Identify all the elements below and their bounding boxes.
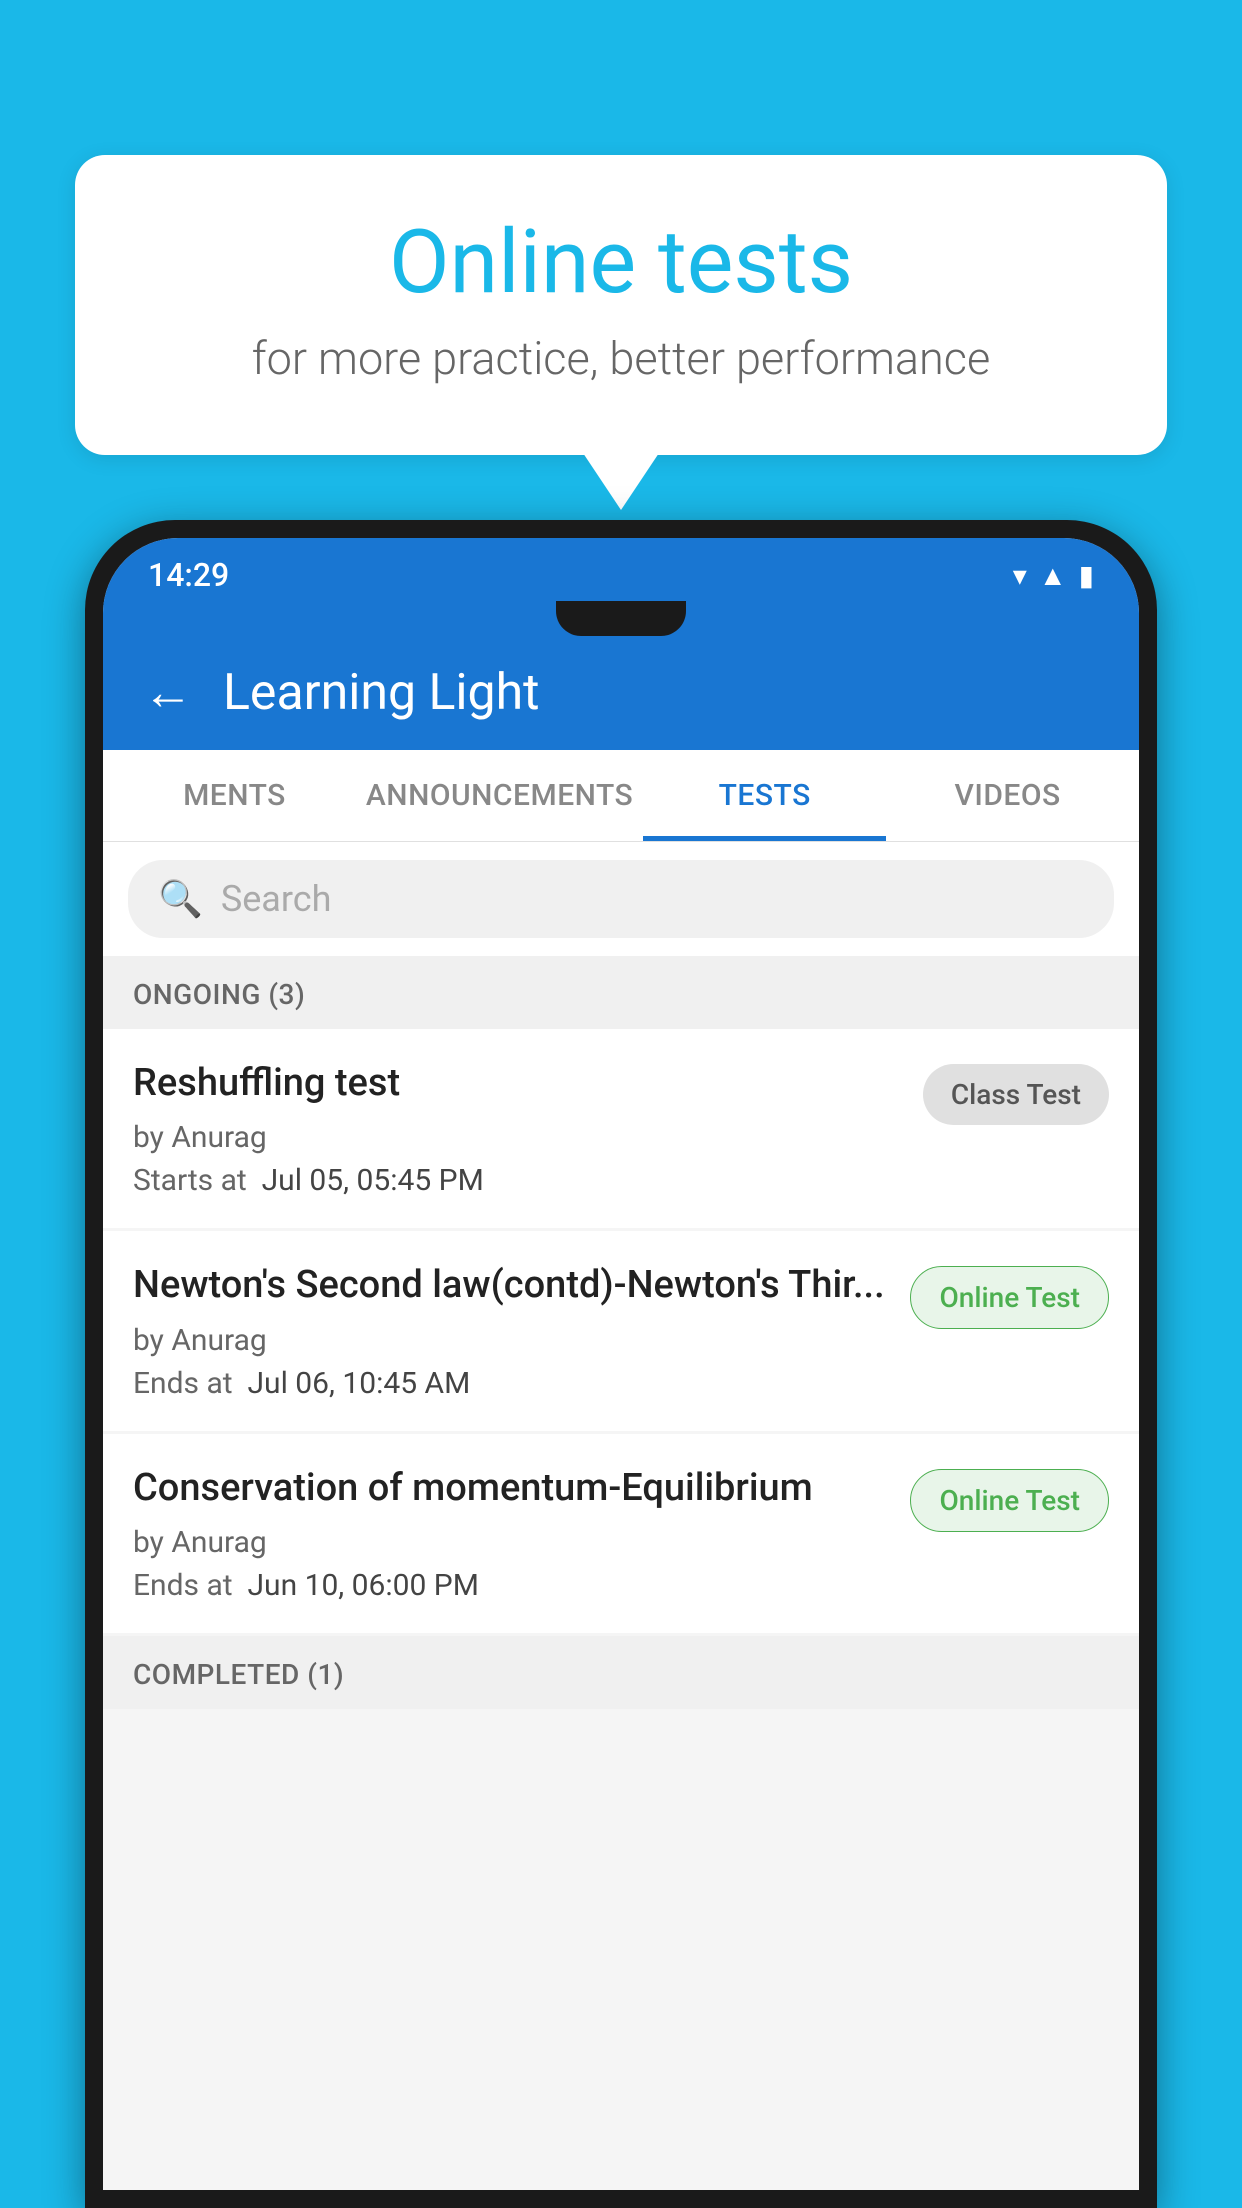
completed-section-header: COMPLETED (1) bbox=[103, 1636, 1139, 1709]
test-info-3: Conservation of momentum-Equilibrium by … bbox=[133, 1464, 890, 1603]
status-bar: 14:29 ▾ ▲ ▮ bbox=[103, 538, 1139, 606]
test-name-3: Conservation of momentum-Equilibrium bbox=[133, 1464, 890, 1513]
test-name-2: Newton's Second law(contd)-Newton's Thir… bbox=[133, 1261, 890, 1310]
signal-icon: ▲ bbox=[1039, 559, 1067, 592]
search-placeholder: Search bbox=[221, 878, 332, 920]
speech-bubble: Online tests for more practice, better p… bbox=[75, 155, 1167, 455]
test-badge-2: Online Test bbox=[910, 1266, 1109, 1329]
search-bar[interactable]: 🔍 Search bbox=[128, 860, 1114, 938]
app-title: Learning Light bbox=[223, 664, 540, 722]
test-author-3: by Anurag bbox=[133, 1525, 890, 1560]
test-name-1: Reshuffling test bbox=[133, 1059, 903, 1108]
search-icon: 🔍 bbox=[158, 881, 203, 917]
notch bbox=[556, 601, 686, 636]
tab-videos[interactable]: VIDEOS bbox=[886, 750, 1129, 841]
test-author-2: by Anurag bbox=[133, 1323, 890, 1358]
test-date-1: Starts at Jul 05, 05:45 PM bbox=[133, 1163, 903, 1198]
test-author-1: by Anurag bbox=[133, 1120, 903, 1155]
app-header: ← Learning Light bbox=[103, 636, 1139, 750]
wifi-icon: ▾ bbox=[1013, 559, 1027, 592]
test-item-1[interactable]: Reshuffling test by Anurag Starts at Jul… bbox=[103, 1029, 1139, 1228]
back-button[interactable]: ← bbox=[143, 668, 193, 718]
completed-title: COMPLETED (1) bbox=[133, 1658, 1109, 1691]
content-area: ONGOING (3) Reshuffling test by Anurag S… bbox=[103, 956, 1139, 2190]
test-badge-3: Online Test bbox=[910, 1469, 1109, 1532]
test-date-2: Ends at Jul 06, 10:45 AM bbox=[133, 1366, 890, 1401]
test-info-2: Newton's Second law(contd)-Newton's Thir… bbox=[133, 1261, 890, 1400]
ongoing-section-header: ONGOING (3) bbox=[103, 956, 1139, 1029]
bubble-subtitle: for more practice, better performance bbox=[145, 332, 1097, 385]
status-time: 14:29 bbox=[148, 556, 229, 594]
search-container: 🔍 Search bbox=[103, 842, 1139, 956]
ongoing-title: ONGOING (3) bbox=[133, 978, 1109, 1011]
phone-frame: 14:29 ▾ ▲ ▮ ← Learning Light MENTS ANNOU… bbox=[85, 520, 1157, 2208]
tab-announcements[interactable]: ANNOUNCEMENTS bbox=[356, 750, 643, 841]
bubble-title: Online tests bbox=[145, 215, 1097, 312]
test-item-3[interactable]: Conservation of momentum-Equilibrium by … bbox=[103, 1434, 1139, 1633]
tab-ments[interactable]: MENTS bbox=[113, 750, 356, 841]
test-info-1: Reshuffling test by Anurag Starts at Jul… bbox=[133, 1059, 903, 1198]
tab-tests[interactable]: TESTS bbox=[643, 750, 886, 841]
test-badge-1: Class Test bbox=[923, 1064, 1109, 1125]
test-item-2[interactable]: Newton's Second law(contd)-Newton's Thir… bbox=[103, 1231, 1139, 1430]
status-icons: ▾ ▲ ▮ bbox=[1013, 559, 1094, 592]
notch-area bbox=[103, 601, 1139, 636]
battery-icon: ▮ bbox=[1079, 559, 1094, 592]
phone-screen: 14:29 ▾ ▲ ▮ ← Learning Light MENTS ANNOU… bbox=[103, 538, 1139, 2190]
tabs-container: MENTS ANNOUNCEMENTS TESTS VIDEOS bbox=[103, 750, 1139, 842]
test-date-3: Ends at Jun 10, 06:00 PM bbox=[133, 1568, 890, 1603]
